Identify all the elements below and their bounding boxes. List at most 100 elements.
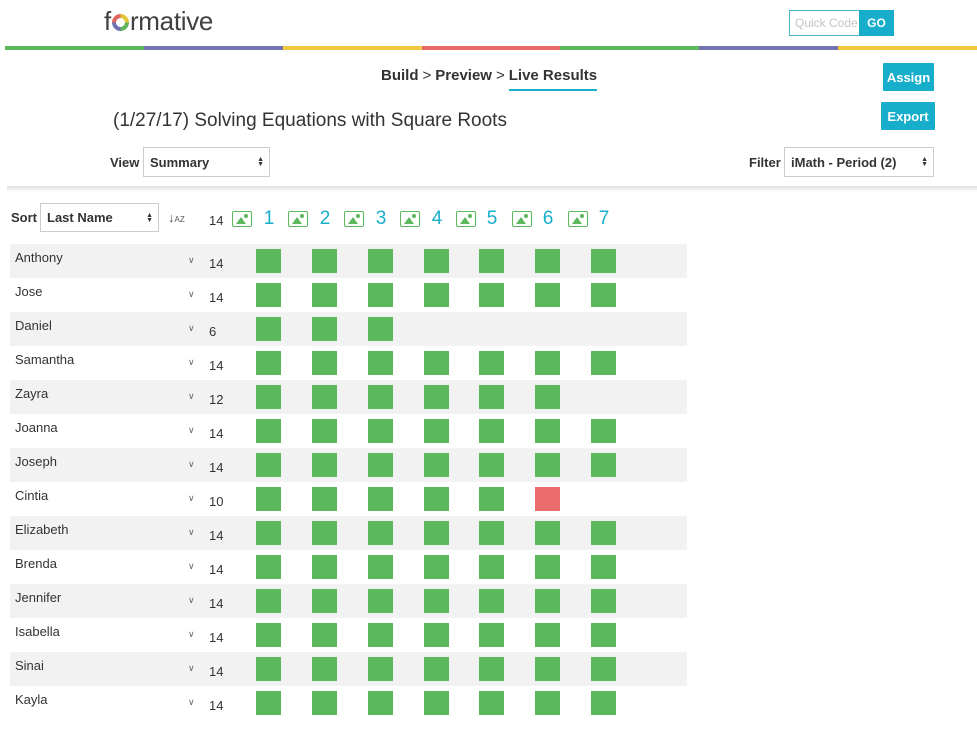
image-icon[interactable]: [568, 211, 588, 227]
question-number[interactable]: 1: [262, 208, 276, 230]
correct-answer-cell[interactable]: [312, 623, 337, 647]
chevron-down-icon[interactable]: ∨: [188, 425, 195, 436]
correct-answer-cell[interactable]: [479, 249, 504, 273]
correct-answer-cell[interactable]: [256, 283, 281, 307]
correct-answer-cell[interactable]: [256, 589, 281, 613]
correct-answer-cell[interactable]: [312, 351, 337, 375]
correct-answer-cell[interactable]: [535, 623, 560, 647]
correct-answer-cell[interactable]: [424, 249, 449, 273]
correct-answer-cell[interactable]: [479, 555, 504, 579]
correct-answer-cell[interactable]: [479, 521, 504, 545]
chevron-down-icon[interactable]: ∨: [188, 663, 195, 674]
correct-answer-cell[interactable]: [312, 317, 337, 341]
chevron-down-icon[interactable]: ∨: [188, 323, 195, 334]
assign-button[interactable]: Assign: [883, 63, 934, 91]
correct-answer-cell[interactable]: [256, 623, 281, 647]
correct-answer-cell[interactable]: [256, 657, 281, 681]
correct-answer-cell[interactable]: [424, 623, 449, 647]
correct-answer-cell[interactable]: [591, 249, 616, 273]
correct-answer-cell[interactable]: [479, 657, 504, 681]
image-icon[interactable]: [400, 211, 420, 227]
correct-answer-cell[interactable]: [312, 385, 337, 409]
view-select[interactable]: Summary ▲ ▼: [143, 147, 270, 177]
correct-answer-cell[interactable]: [535, 521, 560, 545]
chevron-down-icon[interactable]: ∨: [188, 255, 195, 266]
question-number[interactable]: 5: [485, 208, 499, 230]
correct-answer-cell[interactable]: [424, 283, 449, 307]
sort-direction-icon[interactable]: ↓AZ: [168, 210, 185, 225]
correct-answer-cell[interactable]: [368, 283, 393, 307]
correct-answer-cell[interactable]: [312, 691, 337, 715]
correct-answer-cell[interactable]: [368, 521, 393, 545]
correct-answer-cell[interactable]: [424, 453, 449, 477]
correct-answer-cell[interactable]: [424, 487, 449, 511]
correct-answer-cell[interactable]: [479, 487, 504, 511]
correct-answer-cell[interactable]: [424, 385, 449, 409]
correct-answer-cell[interactable]: [479, 691, 504, 715]
correct-answer-cell[interactable]: [368, 487, 393, 511]
breadcrumb-build[interactable]: Build: [381, 67, 419, 84]
incorrect-answer-cell[interactable]: [535, 487, 560, 511]
chevron-down-icon[interactable]: ∨: [188, 561, 195, 572]
correct-answer-cell[interactable]: [591, 555, 616, 579]
correct-answer-cell[interactable]: [256, 555, 281, 579]
correct-answer-cell[interactable]: [591, 623, 616, 647]
image-icon[interactable]: [344, 211, 364, 227]
correct-answer-cell[interactable]: [368, 419, 393, 443]
correct-answer-cell[interactable]: [256, 487, 281, 511]
correct-answer-cell[interactable]: [479, 623, 504, 647]
correct-answer-cell[interactable]: [312, 555, 337, 579]
question-number[interactable]: 4: [430, 208, 444, 230]
correct-answer-cell[interactable]: [535, 351, 560, 375]
correct-answer-cell[interactable]: [256, 317, 281, 341]
formative-logo[interactable]: f rmative: [104, 6, 213, 37]
correct-answer-cell[interactable]: [312, 487, 337, 511]
correct-answer-cell[interactable]: [312, 283, 337, 307]
correct-answer-cell[interactable]: [591, 657, 616, 681]
correct-answer-cell[interactable]: [535, 453, 560, 477]
correct-answer-cell[interactable]: [368, 351, 393, 375]
correct-answer-cell[interactable]: [368, 657, 393, 681]
chevron-down-icon[interactable]: ∨: [188, 459, 195, 470]
image-icon[interactable]: [512, 211, 532, 227]
quick-code-input[interactable]: [789, 10, 861, 36]
image-icon[interactable]: [232, 211, 252, 227]
chevron-down-icon[interactable]: ∨: [188, 595, 195, 606]
correct-answer-cell[interactable]: [256, 419, 281, 443]
correct-answer-cell[interactable]: [479, 385, 504, 409]
correct-answer-cell[interactable]: [312, 453, 337, 477]
correct-answer-cell[interactable]: [591, 283, 616, 307]
correct-answer-cell[interactable]: [424, 691, 449, 715]
correct-answer-cell[interactable]: [368, 623, 393, 647]
correct-answer-cell[interactable]: [368, 589, 393, 613]
correct-answer-cell[interactable]: [535, 589, 560, 613]
question-number[interactable]: 3: [374, 208, 388, 230]
correct-answer-cell[interactable]: [312, 249, 337, 273]
correct-answer-cell[interactable]: [591, 419, 616, 443]
go-button[interactable]: GO: [859, 10, 894, 36]
correct-answer-cell[interactable]: [424, 589, 449, 613]
correct-answer-cell[interactable]: [256, 521, 281, 545]
correct-answer-cell[interactable]: [424, 419, 449, 443]
correct-answer-cell[interactable]: [591, 453, 616, 477]
chevron-down-icon[interactable]: ∨: [188, 289, 195, 300]
correct-answer-cell[interactable]: [424, 657, 449, 681]
breadcrumb-preview[interactable]: Preview: [435, 67, 492, 84]
correct-answer-cell[interactable]: [256, 351, 281, 375]
correct-answer-cell[interactable]: [368, 317, 393, 341]
chevron-down-icon[interactable]: ∨: [188, 493, 195, 504]
question-number[interactable]: 6: [541, 208, 555, 230]
correct-answer-cell[interactable]: [424, 555, 449, 579]
image-icon[interactable]: [456, 211, 476, 227]
correct-answer-cell[interactable]: [368, 249, 393, 273]
breadcrumb-live-results[interactable]: Live Results: [508, 67, 598, 91]
question-number[interactable]: 2: [318, 208, 332, 230]
chevron-down-icon[interactable]: ∨: [188, 391, 195, 402]
chevron-down-icon[interactable]: ∨: [188, 629, 195, 640]
correct-answer-cell[interactable]: [479, 283, 504, 307]
correct-answer-cell[interactable]: [479, 419, 504, 443]
correct-answer-cell[interactable]: [312, 521, 337, 545]
chevron-down-icon[interactable]: ∨: [188, 697, 195, 708]
correct-answer-cell[interactable]: [256, 385, 281, 409]
correct-answer-cell[interactable]: [535, 691, 560, 715]
